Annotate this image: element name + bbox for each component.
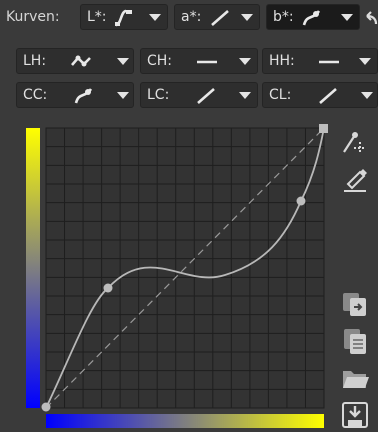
open-folder-icon[interactable] [340, 366, 370, 392]
horizontal-gradient-bar [46, 414, 324, 428]
curve-control-point[interactable] [41, 402, 51, 412]
chevron-down-icon [239, 58, 251, 65]
chevron-down-icon [361, 92, 373, 99]
flat-curve-icon [319, 60, 339, 64]
linear-curve-icon [197, 88, 215, 104]
lh-curve-button[interactable]: LH: [16, 48, 134, 74]
save-icon[interactable] [340, 400, 370, 430]
curves-row-2: LH: CH: HH: [0, 46, 378, 80]
pipette-icon[interactable] [340, 164, 370, 194]
a-curve-button[interactable]: a*: [174, 4, 260, 30]
curve-control-point[interactable] [103, 283, 113, 293]
chevron-down-icon [149, 14, 161, 21]
lh-curve-label: LH: [23, 53, 47, 69]
ch-curve-button[interactable]: CH: [140, 48, 258, 74]
curves-label: Kurven: [6, 9, 60, 25]
lc-curve-label: LC: [147, 87, 170, 103]
curve-control-point[interactable] [296, 196, 306, 206]
a-curve-label: a*: [181, 9, 202, 25]
curve-control-point[interactable] [319, 124, 328, 133]
cl-curve-label: CL: [269, 87, 292, 103]
linear-curve-icon [319, 88, 337, 104]
chevron-down-icon [239, 92, 251, 99]
chevron-down-icon [341, 14, 353, 21]
flat-curve-icon [197, 60, 217, 64]
parametric-curve-icon [71, 55, 91, 67]
undo-icon[interactable] [364, 10, 378, 28]
curves-toolbar: Kurven: L*: a*: b*: [0, 0, 378, 34]
film-curve-icon [115, 9, 132, 27]
chevron-down-icon [117, 58, 129, 65]
b-curve-label: b*: [273, 9, 294, 25]
cl-curve-button[interactable]: CL: [262, 82, 378, 108]
custom-curve-icon [302, 10, 321, 26]
copy-icon[interactable] [340, 327, 370, 355]
paste-icon[interactable] [340, 290, 370, 318]
l-curve-button[interactable]: L*: [80, 4, 168, 30]
cc-curve-button[interactable]: CC: [16, 82, 134, 108]
linear-curve-icon [211, 10, 229, 26]
hh-curve-button[interactable]: HH: [262, 48, 378, 74]
curves-row-3: CC: LC: CL: [0, 80, 378, 114]
curve-editor[interactable] [0, 118, 340, 432]
b-curve-button[interactable]: b*: [266, 4, 360, 30]
chevron-down-icon [117, 92, 129, 99]
custom-curve-icon [74, 88, 93, 104]
chevron-down-icon [359, 58, 371, 65]
l-curve-label: L*: [87, 9, 107, 25]
ch-curve-label: CH: [147, 53, 173, 69]
lc-curve-button[interactable]: LC: [140, 82, 258, 108]
hh-curve-label: HH: [269, 53, 295, 69]
vertical-gradient-bar [26, 128, 40, 408]
chevron-down-icon [241, 14, 253, 21]
edit-point-icon[interactable] [340, 128, 370, 158]
cc-curve-label: CC: [23, 87, 48, 103]
